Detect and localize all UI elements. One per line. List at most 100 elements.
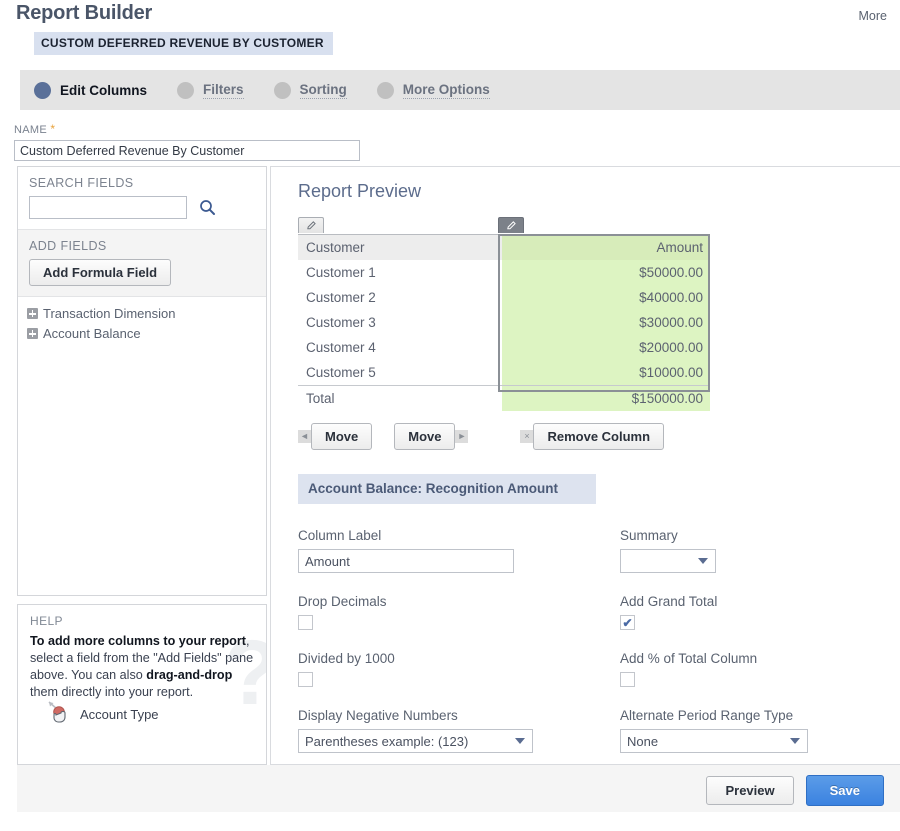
search-input[interactable] — [29, 196, 187, 219]
field-column-label: Column Label — [298, 528, 620, 573]
drop-decimals-caption: Drop Decimals — [298, 594, 387, 609]
table-row: Customer 5 $10000.00 — [298, 360, 710, 386]
page-title: Report Builder — [16, 2, 153, 24]
field-drop-decimals: Drop Decimals — [298, 594, 620, 630]
alt-period-caption: Alternate Period Range Type — [620, 708, 794, 723]
field-add-grand-total: Add Grand Total ✔ — [620, 594, 808, 630]
tab-status-dot-icon — [376, 81, 394, 99]
column-header-customer[interactable]: Customer — [298, 234, 503, 260]
arrow-left-icon[interactable]: ◄ — [298, 430, 311, 443]
help-panel: ? HELP To add more columns to your repor… — [17, 604, 267, 765]
tree-item-label: Transaction Dimension — [43, 306, 176, 321]
divided-by-1000-checkbox[interactable] — [298, 672, 313, 687]
edit-column-customer-button[interactable] — [298, 217, 324, 233]
close-x-icon[interactable]: × — [520, 430, 534, 443]
tab-filters[interactable]: Filters — [177, 81, 244, 99]
column-label-input[interactable] — [298, 549, 514, 573]
help-text-2: them directly into your report. — [30, 685, 194, 699]
help-bold-2: drag-and-drop — [146, 668, 233, 682]
add-fields-heading: ADD FIELDS — [29, 239, 107, 253]
search-icon[interactable] — [199, 199, 216, 216]
drop-decimals-checkbox[interactable] — [298, 615, 313, 630]
add-grand-total-checkbox[interactable]: ✔ — [620, 615, 635, 630]
tree-item-transaction-dimension[interactable]: Transaction Dimension — [27, 306, 266, 321]
move-right-button[interactable]: Move — [394, 423, 456, 450]
arrow-right-icon[interactable]: ► — [455, 430, 469, 443]
checkmark-icon: ✔ — [622, 615, 633, 630]
record-title: CUSTOM DEFERRED REVENUE BY CUSTOMER — [34, 32, 333, 55]
display-negative-select[interactable]: Parentheses example: (123) — [298, 729, 533, 753]
cell-amount: $30000.00 — [502, 310, 710, 335]
table-row: Customer 1 $50000.00 — [298, 260, 710, 285]
tree-item-label: Account Balance — [43, 326, 141, 341]
add-pct-total-checkbox[interactable] — [620, 672, 635, 687]
pencil-icon — [506, 221, 516, 230]
tab-status-dot-icon — [273, 81, 291, 99]
display-negative-caption: Display Negative Numbers — [298, 708, 458, 723]
edit-column-amount-button[interactable] — [498, 217, 524, 233]
table-row: Customer 2 $40000.00 — [298, 285, 710, 310]
column-settings-title: Account Balance: Recognition Amount — [298, 474, 596, 504]
tab-more-options[interactable]: More Options — [376, 81, 490, 99]
remove-column-button[interactable]: Remove Column — [533, 423, 665, 450]
tab-edit-columns[interactable]: Edit Columns — [34, 81, 147, 99]
page-header: Report Builder More CUSTOM DEFERRED REVE… — [0, 0, 900, 68]
tab-label: Filters — [203, 81, 244, 99]
field-add-pct-of-total: Add % of Total Column — [620, 651, 808, 687]
summary-caption: Summary — [620, 528, 678, 543]
chevron-down-icon — [515, 738, 525, 744]
report-preview-title: Report Preview — [298, 181, 422, 201]
add-fields-block: ADD FIELDS Add Formula Field — [18, 229, 266, 297]
tab-sorting[interactable]: Sorting — [273, 81, 347, 99]
search-fields-heading: SEARCH FIELDS — [29, 176, 134, 190]
alt-period-value: None — [627, 733, 659, 749]
field-display-negative-numbers: Display Negative Numbers Parentheses exa… — [298, 708, 620, 753]
cell-customer: Customer 1 — [306, 265, 376, 280]
report-editor-panel: Report Preview Customer Amount Customer … — [270, 166, 900, 810]
save-button[interactable]: Save — [805, 775, 884, 806]
preview-button[interactable]: Preview — [706, 776, 794, 805]
drag-and-drop-illustration: Account Type — [48, 701, 159, 727]
drag-demo-label: Account Type — [80, 706, 159, 722]
pencil-icon — [306, 221, 316, 230]
move-left-button[interactable]: Move — [311, 423, 373, 450]
report-preview-table-wrapper: Customer Amount Customer 1 $50000.00 Cus… — [271, 234, 900, 411]
name-field-block: NAME * — [14, 122, 360, 161]
divided-by-1000-caption: Divided by 1000 — [298, 651, 395, 666]
add-formula-field-button[interactable]: Add Formula Field — [29, 259, 172, 286]
alt-period-select[interactable]: None — [620, 729, 808, 753]
cell-amount: $20000.00 — [502, 335, 710, 360]
summary-select[interactable] — [620, 549, 716, 573]
expand-plus-icon[interactable] — [27, 328, 38, 339]
help-bold-1: To add more columns to your report — [30, 634, 246, 648]
column-edit-buttons-row — [298, 217, 710, 234]
fields-sidebar: SEARCH FIELDS ADD FIELDS Add Formula Fie… — [17, 166, 267, 596]
table-header-row: Customer Amount — [298, 234, 710, 260]
tree-item-account-balance[interactable]: Account Balance — [27, 326, 266, 341]
chevron-down-icon — [790, 738, 800, 744]
name-input[interactable] — [14, 140, 360, 161]
table-total-row: Total $150000.00 — [298, 385, 710, 411]
drag-cursor-icon — [48, 701, 66, 723]
expand-plus-icon[interactable] — [27, 308, 38, 319]
column-header-amount[interactable]: Amount — [502, 234, 710, 260]
more-link[interactable]: More — [859, 9, 887, 23]
cell-customer: Customer 2 — [306, 290, 376, 305]
cell-customer: Customer 5 — [306, 365, 376, 380]
table-body: Customer 1 $50000.00 Customer 2 $40000.0… — [298, 260, 710, 411]
tab-label: Edit Columns — [60, 82, 147, 98]
report-preview-table: Customer Amount Customer 1 $50000.00 Cus… — [298, 234, 710, 411]
field-alternate-period-range: Alternate Period Range Type None — [620, 708, 808, 753]
table-row: Customer 3 $30000.00 — [298, 310, 710, 335]
cell-amount: $50000.00 — [502, 260, 710, 285]
chevron-down-icon — [698, 558, 708, 564]
cell-amount: $10000.00 — [502, 360, 710, 386]
tab-label: Sorting — [299, 81, 347, 99]
help-text: To add more columns to your report, sele… — [18, 633, 266, 701]
fields-tree: Transaction Dimension Account Balance — [18, 297, 266, 341]
search-row — [18, 196, 266, 229]
column-actions-row: ◄ Move Move ► × Remove Column — [298, 423, 900, 450]
table-row: Customer 4 $20000.00 — [298, 335, 710, 360]
field-divided-by-1000: Divided by 1000 — [298, 651, 620, 687]
cell-customer: Customer 3 — [306, 315, 376, 330]
